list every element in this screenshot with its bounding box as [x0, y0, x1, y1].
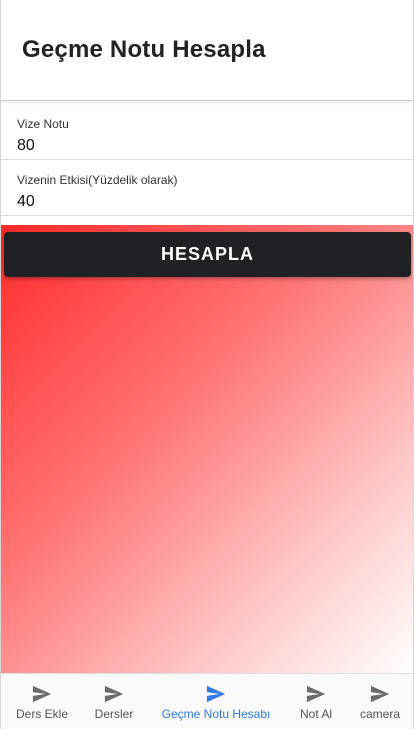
send-icon: [32, 685, 52, 703]
midterm-weight-input[interactable]: [17, 190, 397, 214]
midterm-weight-label: Vizenin Etkisi(Yüzdelik olarak): [17, 173, 178, 187]
app-frame: Geçme Notu Hesapla Vize Notu Vizenin Etk…: [0, 0, 414, 729]
midterm-grade-field: Vize Notu: [1, 104, 413, 160]
midterm-grade-label: Vize Notu: [17, 117, 69, 131]
tab-camera[interactable]: camera: [353, 674, 407, 729]
tab-ders-ekle[interactable]: Ders Ekle: [10, 674, 74, 729]
tab-label: Dersler: [94, 707, 134, 721]
bottom-tab-bar: Ders Ekle Dersler Geçme Notu Hesabı Not …: [1, 673, 413, 729]
header: Geçme Notu Hesapla: [1, 0, 413, 101]
tab-label: Not Al: [299, 707, 332, 721]
tab-label: Ders Ekle: [15, 707, 68, 721]
midterm-grade-input[interactable]: [17, 134, 397, 158]
tab-label: camera: [359, 707, 400, 721]
calculation-form: Vize Notu Vizenin Etkisi(Yüzdelik olarak…: [1, 104, 413, 216]
send-icon: [104, 685, 124, 703]
calculate-button[interactable]: HESAPLA: [4, 232, 411, 277]
send-icon: [306, 685, 326, 703]
tab-label: Geçme Notu Hesabı: [161, 707, 271, 721]
page-title: Geçme Notu Hesapla: [22, 36, 266, 63]
send-icon: [206, 685, 226, 703]
tab-not-al[interactable]: Not Al: [291, 674, 341, 729]
gradient-background: [1, 225, 413, 673]
midterm-weight-field: Vizenin Etkisi(Yüzdelik olarak): [1, 160, 413, 216]
tab-dersler[interactable]: Dersler: [87, 674, 141, 729]
send-icon: [370, 685, 390, 703]
tab-gecme-notu-hesabi[interactable]: Geçme Notu Hesabı: [156, 674, 276, 729]
